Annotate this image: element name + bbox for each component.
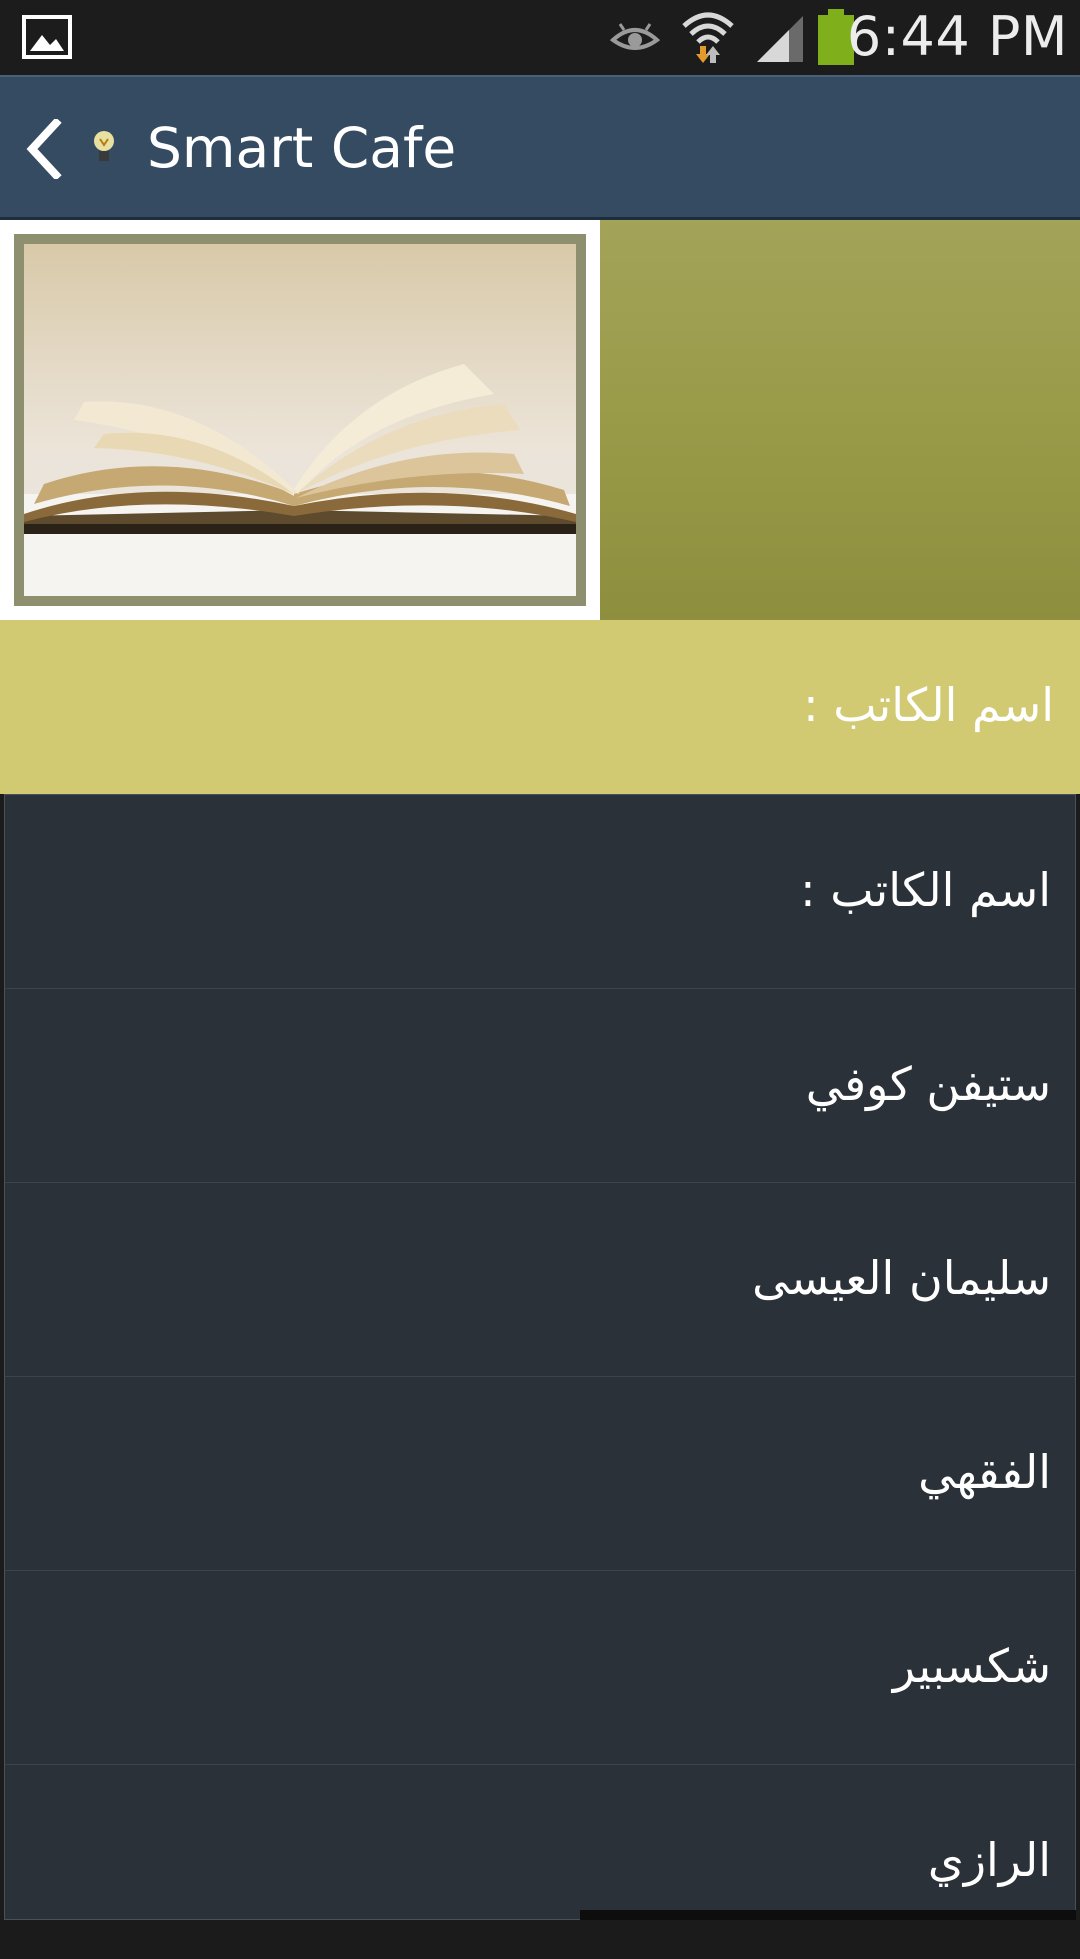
- status-time: 6:44 PM: [846, 5, 1068, 68]
- list-item-label: شكسبير: [892, 1639, 1051, 1693]
- signal-icon: [755, 14, 805, 68]
- open-book-image: [0, 220, 600, 620]
- wifi-icon: [680, 8, 736, 68]
- list-item[interactable]: اسم الكاتب :: [5, 795, 1075, 989]
- list-item-label: اسم الكاتب :: [800, 863, 1051, 917]
- author-dropdown-list[interactable]: اسم الكاتب : ستيفن كوفي سليمان العيسى ال…: [4, 794, 1076, 1920]
- list-item-label: ستيفن كوفي: [805, 1057, 1051, 1111]
- chevron-left-icon[interactable]: [26, 117, 62, 183]
- action-bar: Smart Cafe: [0, 75, 1080, 219]
- image-notification-icon: [22, 15, 72, 63]
- list-item[interactable]: سليمان العيسى: [5, 1183, 1075, 1377]
- list-item[interactable]: الرازي: [5, 1765, 1075, 1959]
- eye-icon: [609, 20, 661, 60]
- banner: [0, 220, 1080, 620]
- page-title: Smart Cafe: [147, 116, 457, 180]
- list-item-label: الفقهي: [918, 1445, 1051, 1499]
- dropdown-shadow: [580, 1910, 1076, 1920]
- status-bar: 6:44 PM: [0, 0, 1080, 75]
- list-item[interactable]: الفقهي: [5, 1377, 1075, 1571]
- list-item-label: سليمان العيسى: [752, 1251, 1051, 1305]
- list-item[interactable]: شكسبير: [5, 1571, 1075, 1765]
- list-item-label: الرازي: [927, 1833, 1051, 1887]
- list-item[interactable]: ستيفن كوفي: [5, 989, 1075, 1183]
- lightbulb-icon: [92, 129, 116, 169]
- author-spinner[interactable]: اسم الكاتب :: [0, 620, 1080, 794]
- author-spinner-label: اسم الكاتب :: [803, 678, 1054, 732]
